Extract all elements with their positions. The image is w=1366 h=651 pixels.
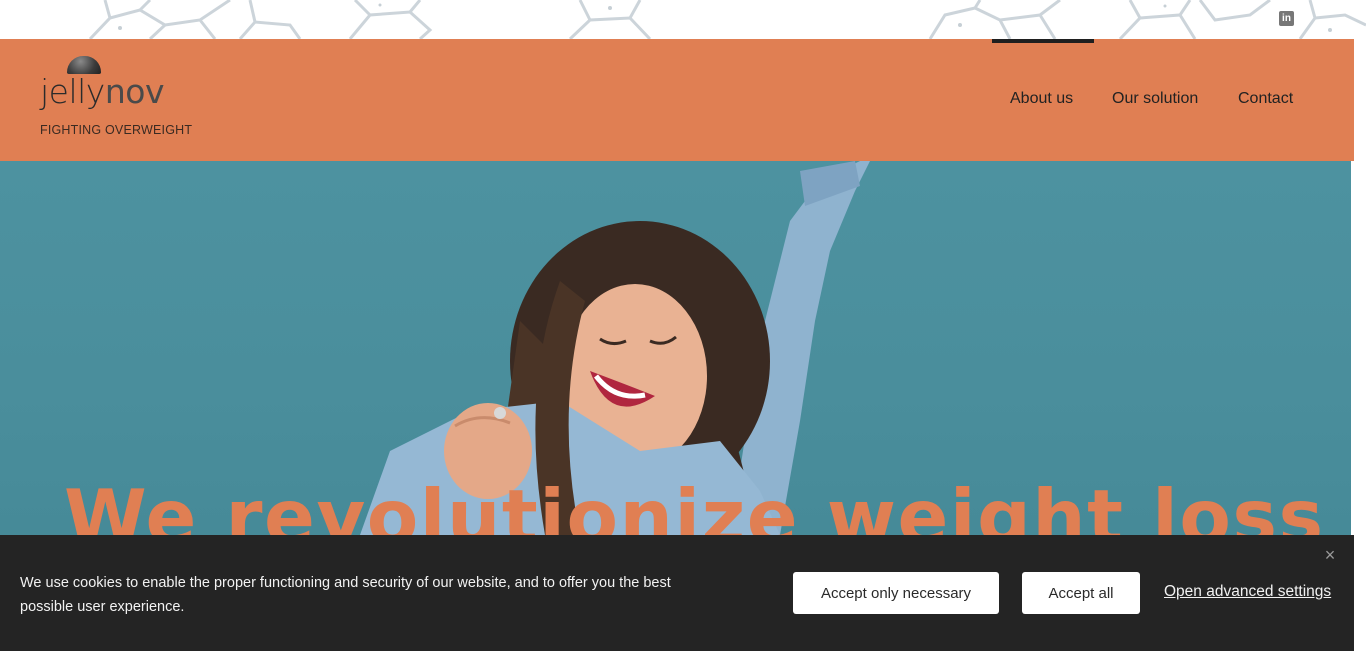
nav-active-indicator: [992, 39, 1094, 43]
cell-pattern-decoration: [88, 0, 1366, 39]
nav-item-about-us[interactable]: About us: [1010, 90, 1073, 108]
nav-item-our-solution[interactable]: Our solution: [1112, 90, 1198, 108]
close-icon[interactable]: ×: [1322, 546, 1338, 564]
cookie-right-gutter: [1354, 535, 1366, 651]
logo-word-accent: nov: [104, 72, 165, 111]
logo-wordmark: jellynov: [40, 72, 164, 111]
nav-item-contact[interactable]: Contact: [1238, 90, 1293, 108]
site-header: jellynov FIGHTING OVERWEIGHT About us Ou…: [0, 39, 1354, 161]
top-strip: in: [0, 0, 1366, 39]
hero-section: We revolutionize weight loss: [0, 161, 1351, 535]
accept-necessary-button[interactable]: Accept only necessary: [793, 572, 999, 614]
logo-word-main: jelly: [40, 72, 105, 111]
cookie-banner: We use cookies to enable the proper func…: [0, 535, 1354, 651]
page-right-gutter: [1351, 161, 1366, 535]
accept-all-button[interactable]: Accept all: [1022, 572, 1140, 614]
hero-headline: We revolutionize weight loss: [64, 473, 1325, 535]
linkedin-icon[interactable]: in: [1279, 11, 1294, 26]
jellynov-logo[interactable]: jellynov FIGHTING OVERWEIGHT: [40, 54, 210, 144]
cookie-message: We use cookies to enable the proper func…: [20, 575, 671, 615]
advanced-settings-link[interactable]: Open advanced settings: [1164, 583, 1331, 601]
logo-tagline: FIGHTING OVERWEIGHT: [40, 123, 193, 137]
